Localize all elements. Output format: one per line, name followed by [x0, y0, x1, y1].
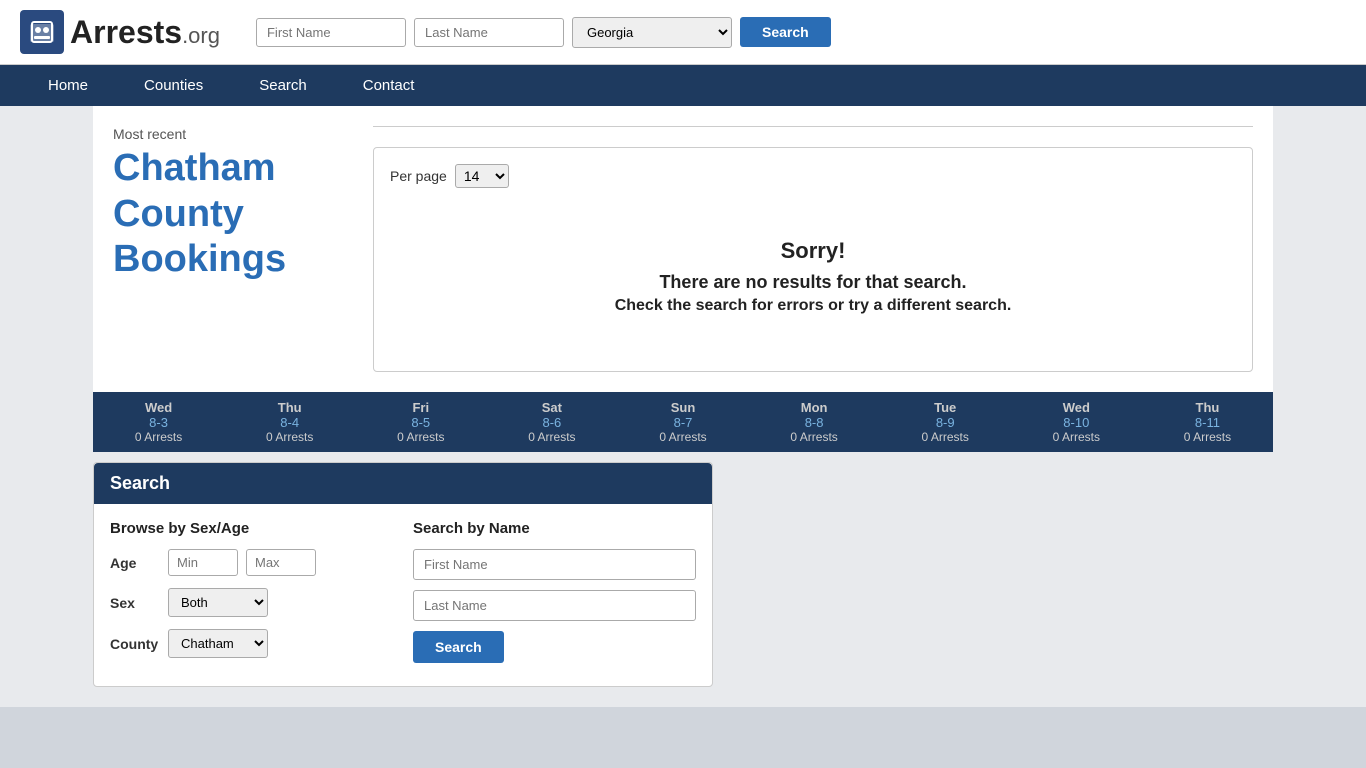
per-page-label: Per page	[390, 168, 447, 184]
date-link[interactable]: 8-3	[103, 415, 214, 430]
sex-label: Sex	[110, 595, 160, 611]
per-page-select[interactable]: 14 25 50 100	[455, 164, 509, 188]
day-name: Sat	[496, 400, 607, 415]
date-cell[interactable]: Mon 8-8 0 Arrests	[749, 392, 880, 452]
arrests-count: 0 Arrests	[1152, 430, 1263, 444]
date-link[interactable]: 8-10	[1021, 415, 1132, 430]
age-max-input[interactable]	[246, 549, 316, 576]
browse-heading: Browse by Sex/Age	[110, 520, 393, 537]
arrests-count: 0 Arrests	[234, 430, 345, 444]
most-recent-label: Most recent	[113, 126, 353, 142]
date-cell[interactable]: Tue 8-9 0 Arrests	[880, 392, 1011, 452]
day-name: Sun	[627, 400, 738, 415]
date-cell[interactable]: Fri 8-5 0 Arrests	[355, 392, 486, 452]
nav-home[interactable]: Home	[20, 65, 116, 106]
date-link[interactable]: 8-4	[234, 415, 345, 430]
main-nav: Home Counties Search Contact	[0, 65, 1366, 106]
county-select[interactable]: Chatham	[168, 629, 268, 658]
day-name: Fri	[365, 400, 476, 415]
day-name: Wed	[103, 400, 214, 415]
day-name: Thu	[234, 400, 345, 415]
age-label: Age	[110, 555, 160, 571]
site-name: Arrests.org	[70, 14, 220, 51]
nav-contact[interactable]: Contact	[335, 65, 443, 106]
date-link[interactable]: 8-6	[496, 415, 607, 430]
header-last-name-input[interactable]	[414, 18, 564, 47]
date-cell[interactable]: Thu 8-4 0 Arrests	[224, 392, 355, 452]
results-box: Per page 14 25 50 100 Sorry! There are n…	[373, 147, 1253, 372]
date-link[interactable]: 8-8	[759, 415, 870, 430]
age-min-input[interactable]	[168, 549, 238, 576]
date-cell[interactable]: Wed 8-3 0 Arrests	[93, 392, 224, 452]
date-bar: Wed 8-3 0 Arrests Thu 8-4 0 Arrests Fri …	[93, 392, 1273, 452]
date-cell[interactable]: Sun 8-7 0 Arrests	[617, 392, 748, 452]
arrests-count: 0 Arrests	[627, 430, 738, 444]
logo[interactable]: Arrests.org	[20, 10, 220, 54]
nav-search[interactable]: Search	[231, 65, 335, 106]
name-search-heading: Search by Name	[413, 520, 696, 537]
arrests-count: 0 Arrests	[890, 430, 1001, 444]
day-name: Tue	[890, 400, 1001, 415]
day-name: Thu	[1152, 400, 1263, 415]
ad-panel	[729, 462, 1273, 687]
arrests-count: 0 Arrests	[1021, 430, 1132, 444]
search-panel: Search Browse by Sex/Age Age Sex Both	[93, 462, 713, 687]
arrests-count: 0 Arrests	[103, 430, 214, 444]
county-label: County	[110, 636, 160, 652]
date-cell[interactable]: Sat 8-6 0 Arrests	[486, 392, 617, 452]
search-panel-title: Search	[94, 463, 712, 504]
logo-icon	[20, 10, 64, 54]
header-state-select[interactable]: Georgia Alabama Florida	[572, 17, 732, 48]
date-link[interactable]: 8-9	[890, 415, 1001, 430]
county-title: Chatham County Bookings	[113, 146, 353, 283]
sex-select[interactable]: Both Male Female	[168, 588, 268, 617]
bottom-section: Search Browse by Sex/Age Age Sex Both	[93, 452, 1273, 687]
nav-counties[interactable]: Counties	[116, 65, 231, 106]
day-name: Wed	[1021, 400, 1132, 415]
search-last-name-input[interactable]	[413, 590, 696, 621]
no-results-message: Sorry! There are no results for that sea…	[390, 208, 1236, 355]
arrests-count: 0 Arrests	[496, 430, 607, 444]
date-link[interactable]: 8-5	[365, 415, 476, 430]
search-first-name-input[interactable]	[413, 549, 696, 580]
header-search-button[interactable]: Search	[740, 17, 831, 47]
day-name: Mon	[759, 400, 870, 415]
arrests-count: 0 Arrests	[365, 430, 476, 444]
date-link[interactable]: 8-7	[627, 415, 738, 430]
name-search-button[interactable]: Search	[413, 631, 504, 663]
arrests-count: 0 Arrests	[759, 430, 870, 444]
date-cell[interactable]: Wed 8-10 0 Arrests	[1011, 392, 1142, 452]
date-link[interactable]: 8-11	[1152, 415, 1263, 430]
header-first-name-input[interactable]	[256, 18, 406, 47]
date-cell[interactable]: Thu 8-11 0 Arrests	[1142, 392, 1273, 452]
